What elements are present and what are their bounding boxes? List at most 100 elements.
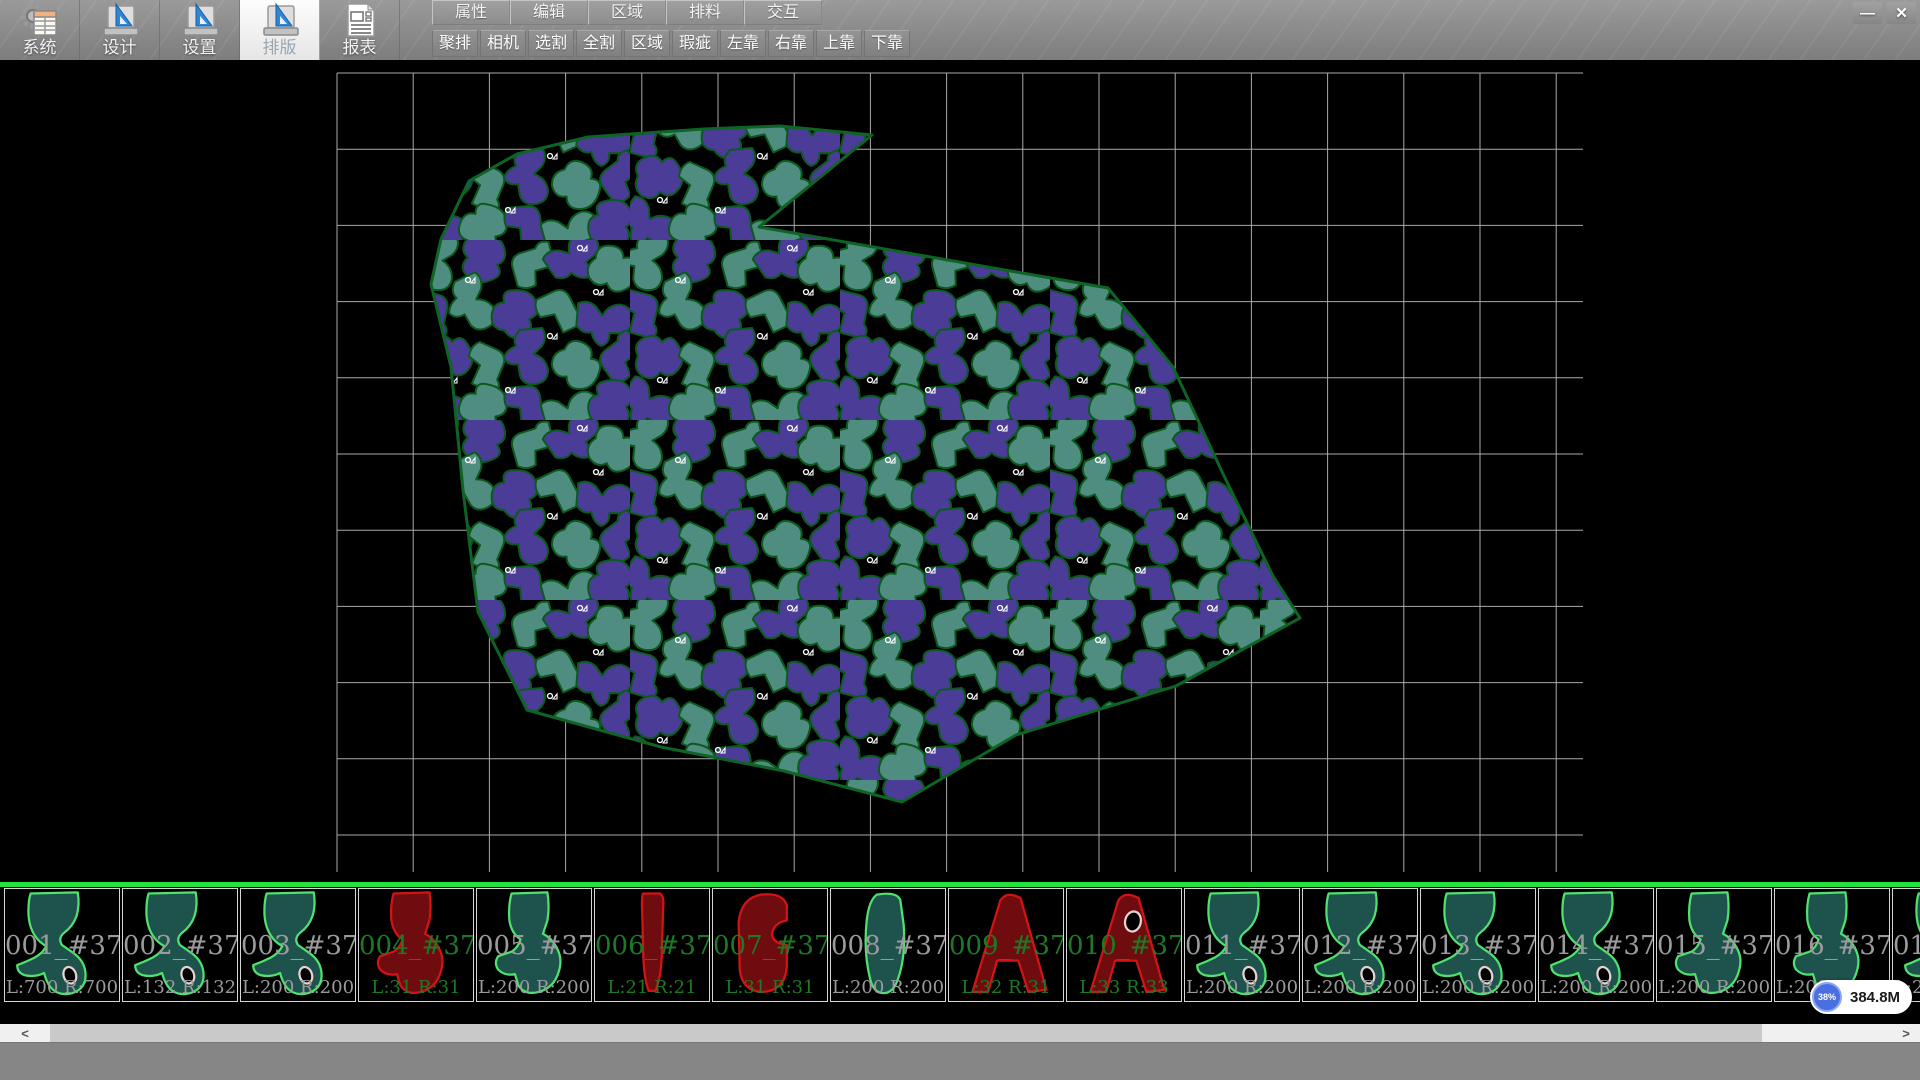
- tool-button-2[interactable]: 相机: [480, 30, 526, 57]
- menu-item-2[interactable]: 编辑: [510, 0, 588, 25]
- piece-name: 017_#37: [1893, 931, 1920, 961]
- settings-ruler-icon: [180, 2, 220, 38]
- piece-thumbnail-4[interactable]: 004_#37 L:31 R:31: [358, 888, 474, 1002]
- piece-lr-count: L:200 R:200: [1539, 977, 1653, 998]
- menu-item-4[interactable]: 排料: [666, 0, 744, 25]
- minimize-button[interactable]: —: [1853, 2, 1882, 24]
- download-progress-badge[interactable]: 38% 384.8M: [1810, 980, 1912, 1014]
- piece-name: 002_#37: [123, 931, 237, 961]
- tool-button-9[interactable]: 上靠: [816, 30, 862, 57]
- piece-name: 010_#37: [1067, 931, 1181, 961]
- piece-thumbnail-3[interactable]: 003_#37 L:200 R:200: [240, 888, 356, 1002]
- scroll-left-button[interactable]: <: [0, 1024, 50, 1042]
- horizontal-scrollbar[interactable]: < >: [0, 1022, 1920, 1042]
- menu-area: 属性编辑区域排料交互 聚排相机选割全割区域瑕疵左靠右靠上靠下靠: [432, 0, 912, 57]
- piece-name: 008_#37: [831, 931, 945, 961]
- piece-name: 007_#37: [713, 931, 827, 961]
- nesting-canvas[interactable]: [0, 60, 1920, 882]
- piece-thumbnail-10[interactable]: 010_#37L:33 R:33: [1066, 888, 1182, 1002]
- piece-lr-count: L:200 R:200: [1185, 977, 1299, 998]
- piece-thumbnail-13[interactable]: 013_#37 L:200 R:200: [1420, 888, 1536, 1002]
- piece-lr-count: L:700 R:700: [5, 977, 119, 998]
- tool-button-10[interactable]: 下靠: [864, 30, 910, 57]
- piece-thumbnail-14[interactable]: 014_#37L:200 R:200: [1538, 888, 1654, 1002]
- piece-lr-count: L:200 R:200: [1303, 977, 1417, 998]
- tool-button-8[interactable]: 右靠: [768, 30, 814, 57]
- piece-name: 011_#37: [1185, 931, 1299, 961]
- piece-thumbnail-2[interactable]: 002_#37 L:132 R:132: [122, 888, 238, 1002]
- piece-name: 013_#37: [1421, 931, 1535, 961]
- piece-name: 015_#37: [1657, 931, 1771, 961]
- piece-lr-count: L:31 R:31: [713, 977, 827, 998]
- tool-button-5[interactable]: 区域: [624, 30, 670, 57]
- main-tab-label: 设置: [183, 38, 217, 58]
- piece-name: 004_#37: [359, 931, 473, 961]
- design-ruler-icon: [100, 2, 140, 38]
- main-tab-5[interactable]: 报表: [320, 0, 400, 60]
- strip-top-divider: [0, 882, 1920, 887]
- main-tab-4[interactable]: 排版: [240, 0, 320, 60]
- nesting-app-window: 系统设计设置排版报表 属性编辑区域排料交互 聚排相机选割全割区域瑕疵左靠右靠上靠…: [0, 0, 1920, 1080]
- piece-lr-count: L:31 R:31: [359, 977, 473, 998]
- main-tab-label: 设计: [103, 38, 137, 58]
- main-tab-label: 排版: [263, 38, 297, 58]
- pieces-strip: 001_#37 L:700 R:700002_#37 L:132 R:132003_…: [0, 882, 1920, 1022]
- piece-name: 016_#37: [1775, 931, 1889, 961]
- tool-button-7[interactable]: 左靠: [720, 30, 766, 57]
- piece-lr-count: L:200 R:200: [477, 977, 591, 998]
- scrollbar-track[interactable]: [50, 1024, 1892, 1042]
- piece-thumbnail-8[interactable]: 008_#37 L:200 R:200: [830, 888, 946, 1002]
- piece-name: 005_#37: [477, 931, 591, 961]
- tool-button-1[interactable]: 聚排: [432, 30, 478, 57]
- leather-hide-nested[interactable]: [431, 126, 1300, 802]
- close-button[interactable]: ✕: [1887, 2, 1916, 24]
- report-doc-icon: [340, 2, 380, 38]
- main-mode-tabs: 系统 设计 设置 排版 报表: [0, 0, 400, 60]
- piece-lr-count: L:132 R:132: [123, 977, 237, 998]
- piece-thumbnail-12[interactable]: 012_#37L:200 R:200: [1302, 888, 1418, 1002]
- piece-thumbnail-6[interactable]: 006_#37 L:21 R:21: [594, 888, 710, 1002]
- piece-name: 001_#37: [5, 931, 119, 961]
- piece-name: 003_#37: [241, 931, 355, 961]
- main-tab-label: 系统: [23, 38, 57, 58]
- tool-button-4[interactable]: 全割: [576, 30, 622, 57]
- piece-lr-count: L:32 R:31: [949, 977, 1063, 998]
- piece-thumbnail-9[interactable]: 009_#37 L:32 R:31: [948, 888, 1064, 1002]
- piece-lr-count: L:21 R:21: [595, 977, 709, 998]
- progress-percent-circle: 38%: [1812, 982, 1842, 1012]
- menu-item-3[interactable]: 区域: [588, 0, 666, 25]
- piece-thumbnail-1[interactable]: 001_#37 L:700 R:700: [4, 888, 120, 1002]
- menu-item-5[interactable]: 交互: [744, 0, 822, 25]
- piece-lr-count: L:200 R:200: [831, 977, 945, 998]
- design-ruler-icon: [100, 2, 140, 38]
- main-tab-3[interactable]: 设置: [160, 0, 240, 60]
- piece-name: 009_#37: [949, 931, 1063, 961]
- main-tab-2[interactable]: 设计: [80, 0, 160, 60]
- tool-button-3[interactable]: 选割: [528, 30, 574, 57]
- piece-thumbnail-row: 001_#37 L:700 R:700002_#37 L:132 R:132003_…: [0, 888, 1920, 1004]
- status-bar: [0, 1042, 1920, 1080]
- piece-thumbnail-11[interactable]: 011_#37 L:200 R:200: [1184, 888, 1300, 1002]
- layout-ruler-icon: [260, 2, 300, 38]
- tool-row: 聚排相机选割全割区域瑕疵左靠右靠上靠下靠: [432, 30, 912, 57]
- hide-nesting-drawing: [0, 60, 1920, 882]
- piece-lr-count: L:200 R:200: [1421, 977, 1535, 998]
- menu-item-1[interactable]: 属性: [432, 0, 510, 25]
- piece-lr-count: L:200 R:200: [1657, 977, 1771, 998]
- progress-percent: 38%: [1818, 992, 1836, 1002]
- piece-name: 006_#37: [595, 931, 709, 961]
- layout-ruler-icon: [260, 2, 300, 38]
- scrollbar-thumb[interactable]: [50, 1024, 1762, 1042]
- scroll-right-button[interactable]: >: [1892, 1024, 1920, 1042]
- piece-lr-count: L:200 R:200: [241, 977, 355, 998]
- tool-button-6[interactable]: 瑕疵: [672, 30, 718, 57]
- ribbon-bar: 系统设计设置排版报表 属性编辑区域排料交互 聚排相机选割全割区域瑕疵左靠右靠上靠…: [0, 0, 1920, 60]
- menu-row: 属性编辑区域排料交互: [432, 0, 912, 26]
- piece-thumbnail-7[interactable]: 007_#37 L:31 R:31: [712, 888, 828, 1002]
- main-tab-1[interactable]: 系统: [0, 0, 80, 60]
- settings-ruler-icon: [180, 2, 220, 38]
- piece-thumbnail-15[interactable]: 015_#37 L:200 R:200: [1656, 888, 1772, 1002]
- report-doc-icon: [340, 2, 380, 38]
- piece-thumbnail-5[interactable]: 005_#37 L:200 R:200: [476, 888, 592, 1002]
- window-controls: — ✕: [1853, 2, 1916, 24]
